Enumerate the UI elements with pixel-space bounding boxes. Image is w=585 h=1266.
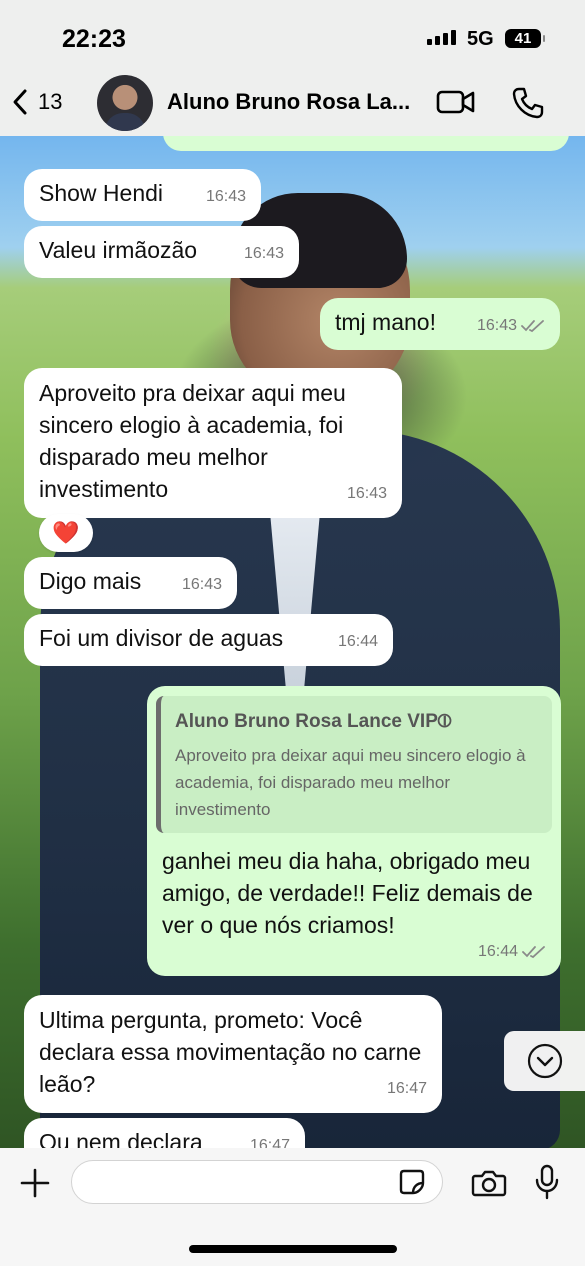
sticker-button[interactable] xyxy=(398,1168,426,1201)
unread-count: 13 xyxy=(38,89,63,114)
contact-avatar[interactable] xyxy=(97,75,153,131)
message-time: 16:43 xyxy=(346,485,387,502)
chat-header: 22:23 5G 41 13 Aluno Bruno Rosa La... xyxy=(0,0,585,136)
message-text: Digo mais xyxy=(39,568,142,594)
message-time: 16:43 xyxy=(205,188,246,205)
message-time: 16:44 xyxy=(337,633,378,650)
cellular-signal-icon xyxy=(427,30,456,45)
chevron-left-icon xyxy=(13,89,27,115)
message-text: Show Hendi xyxy=(39,180,164,206)
chevron-down-icon xyxy=(527,1043,562,1079)
quoted-text: Aproveito pra deixar aqui meu sincero el… xyxy=(175,746,526,819)
home-indicator xyxy=(189,1245,397,1253)
message-text: Valeu irmãozão xyxy=(39,237,198,263)
message-list[interactable]: Show Hendi 16:43 Valeu irmãozão 16:43 tm… xyxy=(0,136,585,1148)
sticker-icon xyxy=(399,1169,425,1195)
network-type: 5G xyxy=(467,28,494,50)
message-text: tmj mano! xyxy=(335,309,436,335)
message-text: Foi um divisor de aguas xyxy=(39,625,284,651)
message-bubble-partial[interactable] xyxy=(163,136,569,151)
scroll-to-bottom-button[interactable] xyxy=(504,1031,585,1091)
message-bubble[interactable]: Ultima pergunta, prometo: Você declara e… xyxy=(24,995,442,1113)
message-time: 16:43 xyxy=(181,576,222,593)
message-text: Ultima pergunta, prometo: Você declara e… xyxy=(39,1007,422,1097)
message-bubble[interactable]: tmj mano! 16:43 xyxy=(320,298,560,350)
plus-icon xyxy=(20,1168,50,1198)
message-input[interactable] xyxy=(71,1160,443,1204)
message-time: 16:43 xyxy=(243,245,284,262)
camera-icon xyxy=(471,1170,507,1197)
video-call-button[interactable] xyxy=(436,88,476,121)
message-text: Aproveito pra deixar aqui meu sincero el… xyxy=(39,380,346,502)
message-time: 16:43 xyxy=(476,317,517,334)
message-bubble[interactable]: Ou nem declara 16:47 xyxy=(24,1118,305,1148)
reply-message-bubble[interactable]: Aluno Bruno Rosa Lance VIP⦶ Aproveito pr… xyxy=(147,686,561,976)
message-text: Ou nem declara xyxy=(39,1129,203,1148)
battery-indicator: 41 xyxy=(505,29,545,48)
message-time: 16:44 xyxy=(477,943,518,960)
voice-message-button[interactable] xyxy=(535,1164,559,1205)
double-check-icon xyxy=(521,320,544,333)
contact-name[interactable]: Aluno Bruno Rosa La... xyxy=(167,89,410,115)
message-time: 16:47 xyxy=(249,1137,290,1148)
message-text: ganhei meu dia haha, obrigado meu amigo,… xyxy=(162,848,533,938)
quoted-message[interactable]: Aluno Bruno Rosa Lance VIP⦶ Aproveito pr… xyxy=(156,696,552,833)
message-time: 16:47 xyxy=(386,1080,427,1097)
double-check-icon xyxy=(522,946,545,959)
camera-button[interactable] xyxy=(471,1168,507,1203)
message-bubble[interactable]: Aproveito pra deixar aqui meu sincero el… xyxy=(24,368,402,518)
attach-button[interactable] xyxy=(19,1167,51,1204)
quoted-author: Aluno Bruno Rosa Lance VIP⦶ xyxy=(175,711,452,732)
message-bubble[interactable]: Valeu irmãozão 16:43 xyxy=(24,226,299,278)
status-time: 22:23 xyxy=(62,25,126,53)
heart-reaction[interactable]: ❤️ xyxy=(39,514,93,552)
message-bubble[interactable]: Show Hendi 16:43 xyxy=(24,169,261,221)
message-bubble[interactable]: Foi um divisor de aguas 16:44 xyxy=(24,614,393,666)
back-button[interactable]: 13 xyxy=(12,88,62,116)
phone-icon xyxy=(512,87,544,119)
video-camera-icon xyxy=(436,90,475,114)
microphone-icon xyxy=(535,1164,559,1200)
composer-bar xyxy=(0,1148,585,1266)
message-bubble[interactable]: Digo mais 16:43 xyxy=(24,557,237,609)
voice-call-button[interactable] xyxy=(511,86,545,125)
